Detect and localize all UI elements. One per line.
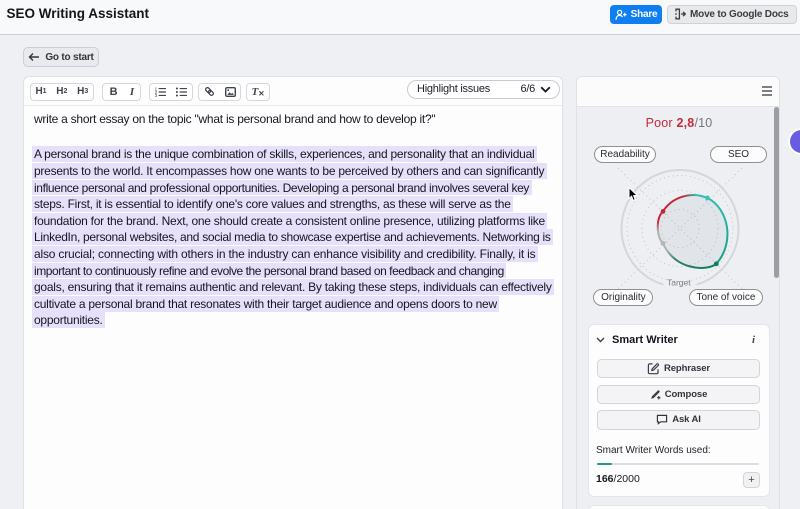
svg-text:3: 3	[155, 93, 158, 97]
svg-text:Target: Target	[667, 278, 691, 288]
